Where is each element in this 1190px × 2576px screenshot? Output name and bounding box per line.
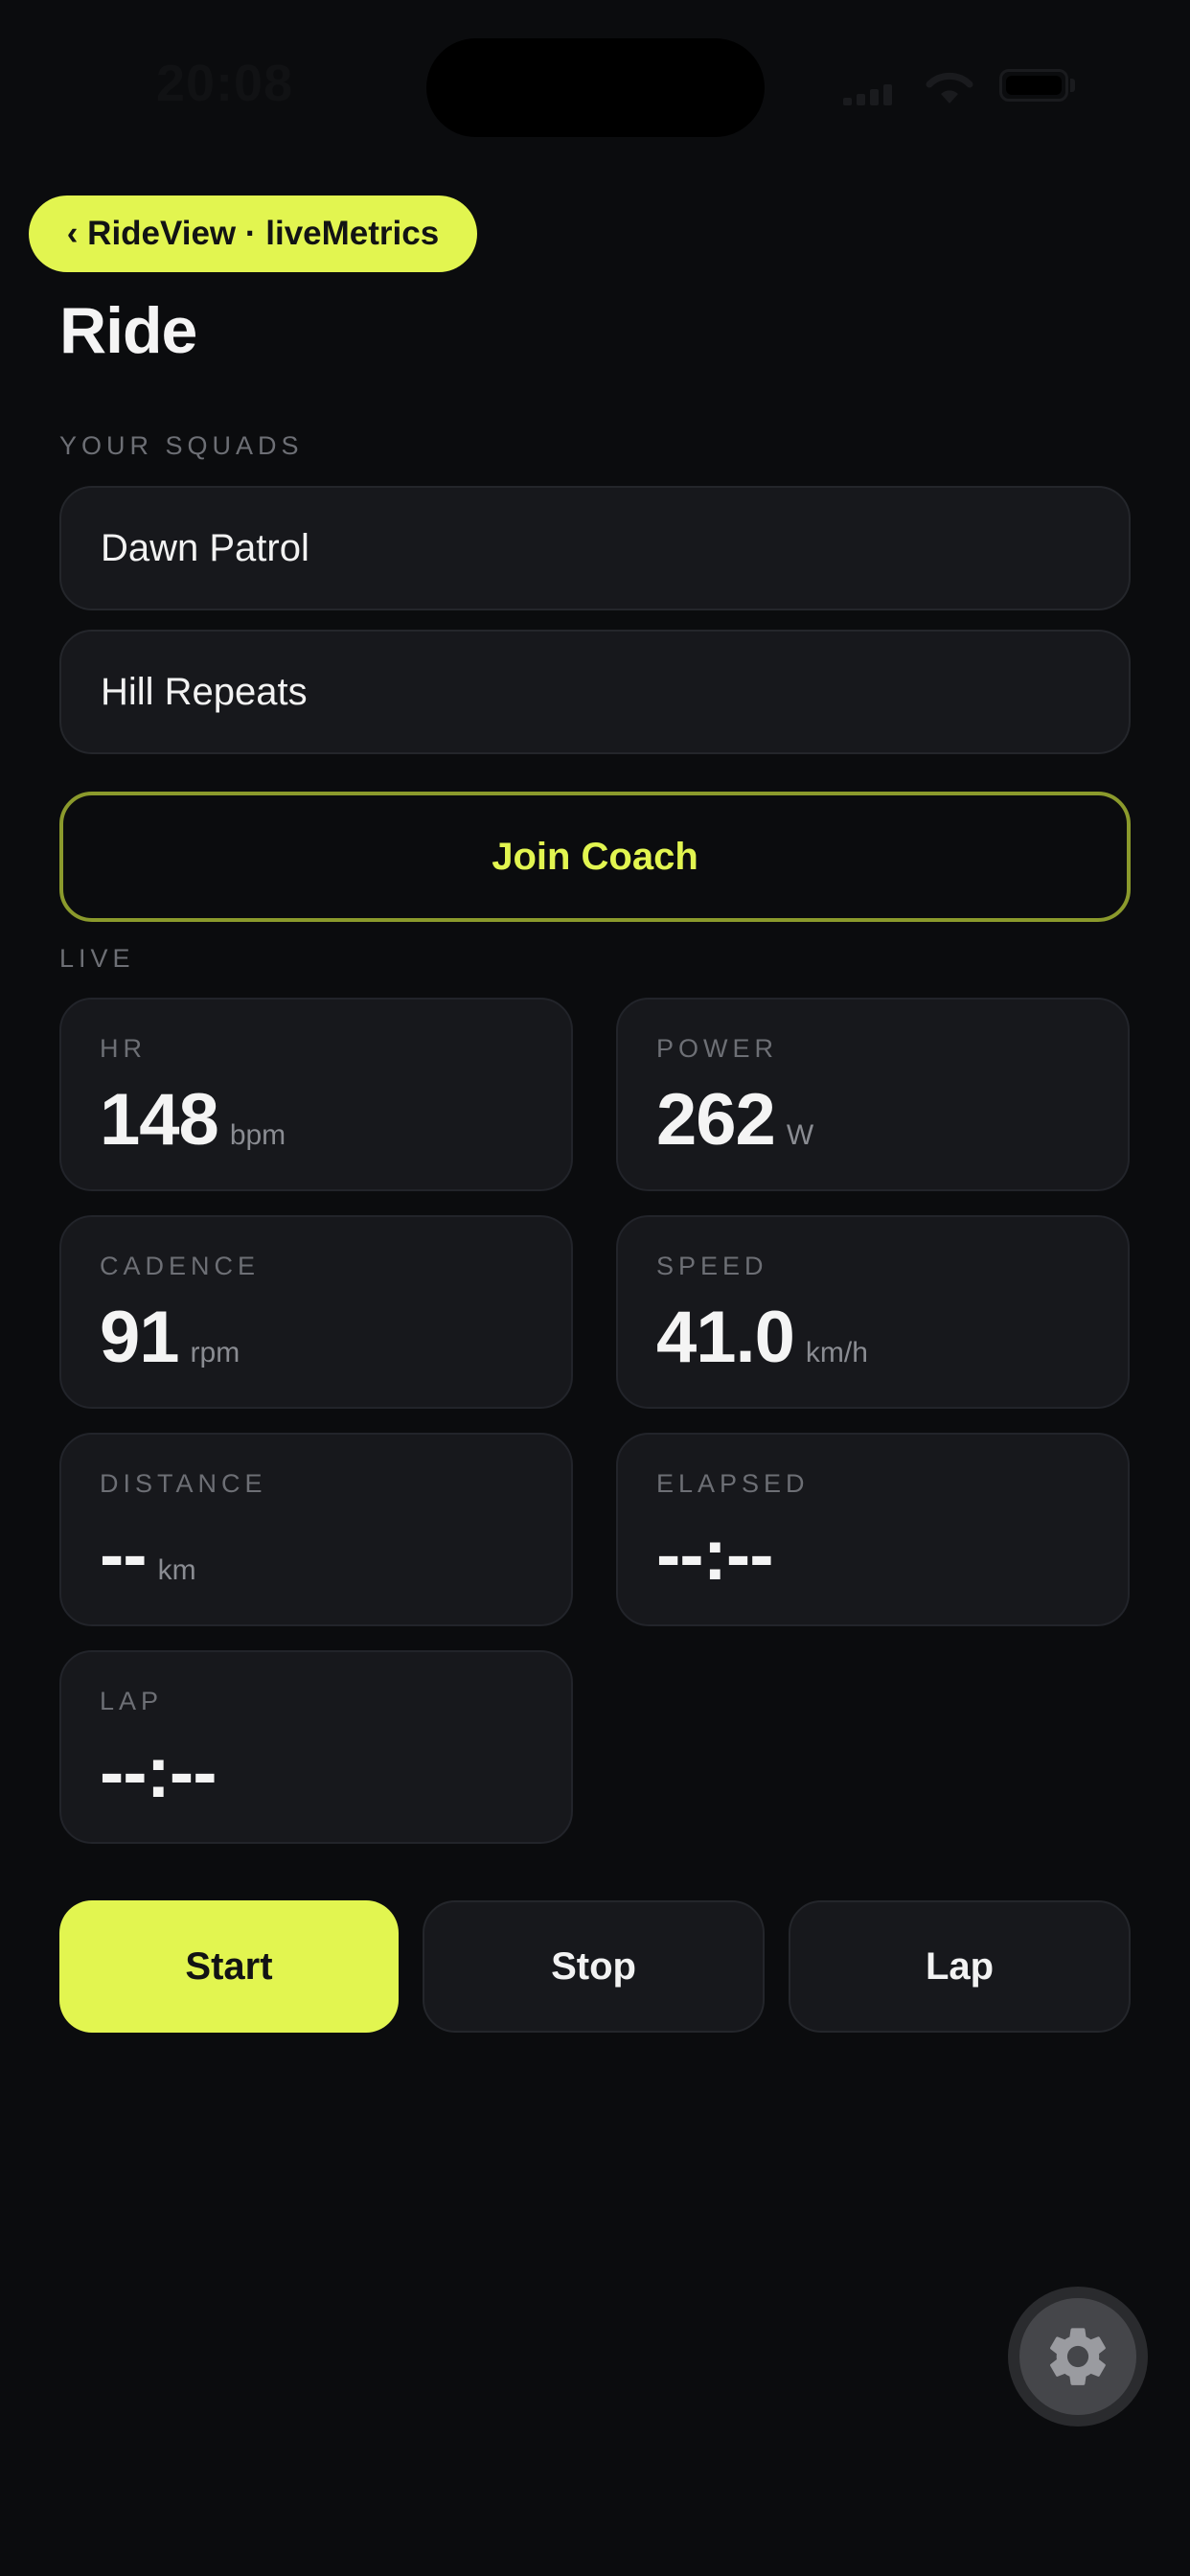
gear-icon [1050,2328,1106,2385]
stop-button[interactable]: Stop [423,1900,765,2033]
metric-card-cadence: CADENCE 91 rpm [59,1215,573,1409]
metric-card-lap: LAP --:-- [59,1650,573,1844]
join-coach-button[interactable]: Join Coach [59,792,1131,922]
metric-value: 262 [656,1079,776,1161]
metric-unit: rpm [190,1337,240,1368]
squad-item-hill-repeats[interactable]: Hill Repeats [59,630,1131,754]
cellular-signal-icon [843,82,901,105]
status-bar: 20:08 [0,0,1190,172]
page-title: Ride [59,294,197,367]
metric-card-hr: HR 148 bpm [59,998,573,1191]
dynamic-island [426,38,765,137]
metric-label: ELAPSED [656,1469,810,1498]
metric-label: POWER [656,1034,779,1063]
debug-view-pill[interactable]: ‹ RideView · liveMetrics [29,196,477,272]
squad-item-label: Dawn Patrol [101,526,309,569]
live-section-label: LIVE [59,944,135,973]
lap-button[interactable]: Lap [789,1900,1131,2033]
settings-button[interactable] [1008,2287,1148,2426]
metric-value: -- [100,1514,148,1596]
metric-card-speed: SPEED 41.0 km/h [616,1215,1130,1409]
metric-value: --:-- [656,1514,774,1596]
metric-unit: km [157,1554,196,1586]
metric-value: 41.0 [656,1297,795,1378]
squad-item-dawn-patrol[interactable]: Dawn Patrol [59,486,1131,610]
metric-label: HR [100,1034,147,1063]
metric-card-distance: DISTANCE -- km [59,1433,573,1626]
metric-unit: W [786,1119,814,1151]
metric-unit: km/h [805,1337,868,1368]
metric-value: 91 [100,1297,180,1378]
metric-card-elapsed: ELAPSED --:-- [616,1433,1130,1626]
metric-label: LAP [100,1687,164,1715]
metric-card-power: POWER 262 W [616,998,1130,1191]
squad-item-label: Hill Repeats [101,670,308,713]
metric-label: CADENCE [100,1252,261,1280]
status-time: 20:08 [156,55,294,112]
battery-icon [999,69,1068,102]
metric-unit: bpm [229,1119,286,1151]
metric-value: 148 [100,1079,219,1161]
battery-cap [1070,79,1075,92]
settings-button-face [1019,2298,1136,2415]
squads-section-label: YOUR SQUADS [59,431,304,460]
wifi-icon [926,72,973,104]
start-button[interactable]: Start [59,1900,399,2033]
ride-screen: 20:08 ‹ RideView · liveMetrics Ride YOUR… [0,0,1190,2576]
metric-label: DISTANCE [100,1469,267,1498]
metric-value: --:-- [100,1732,217,1813]
metric-label: SPEED [656,1252,768,1280]
